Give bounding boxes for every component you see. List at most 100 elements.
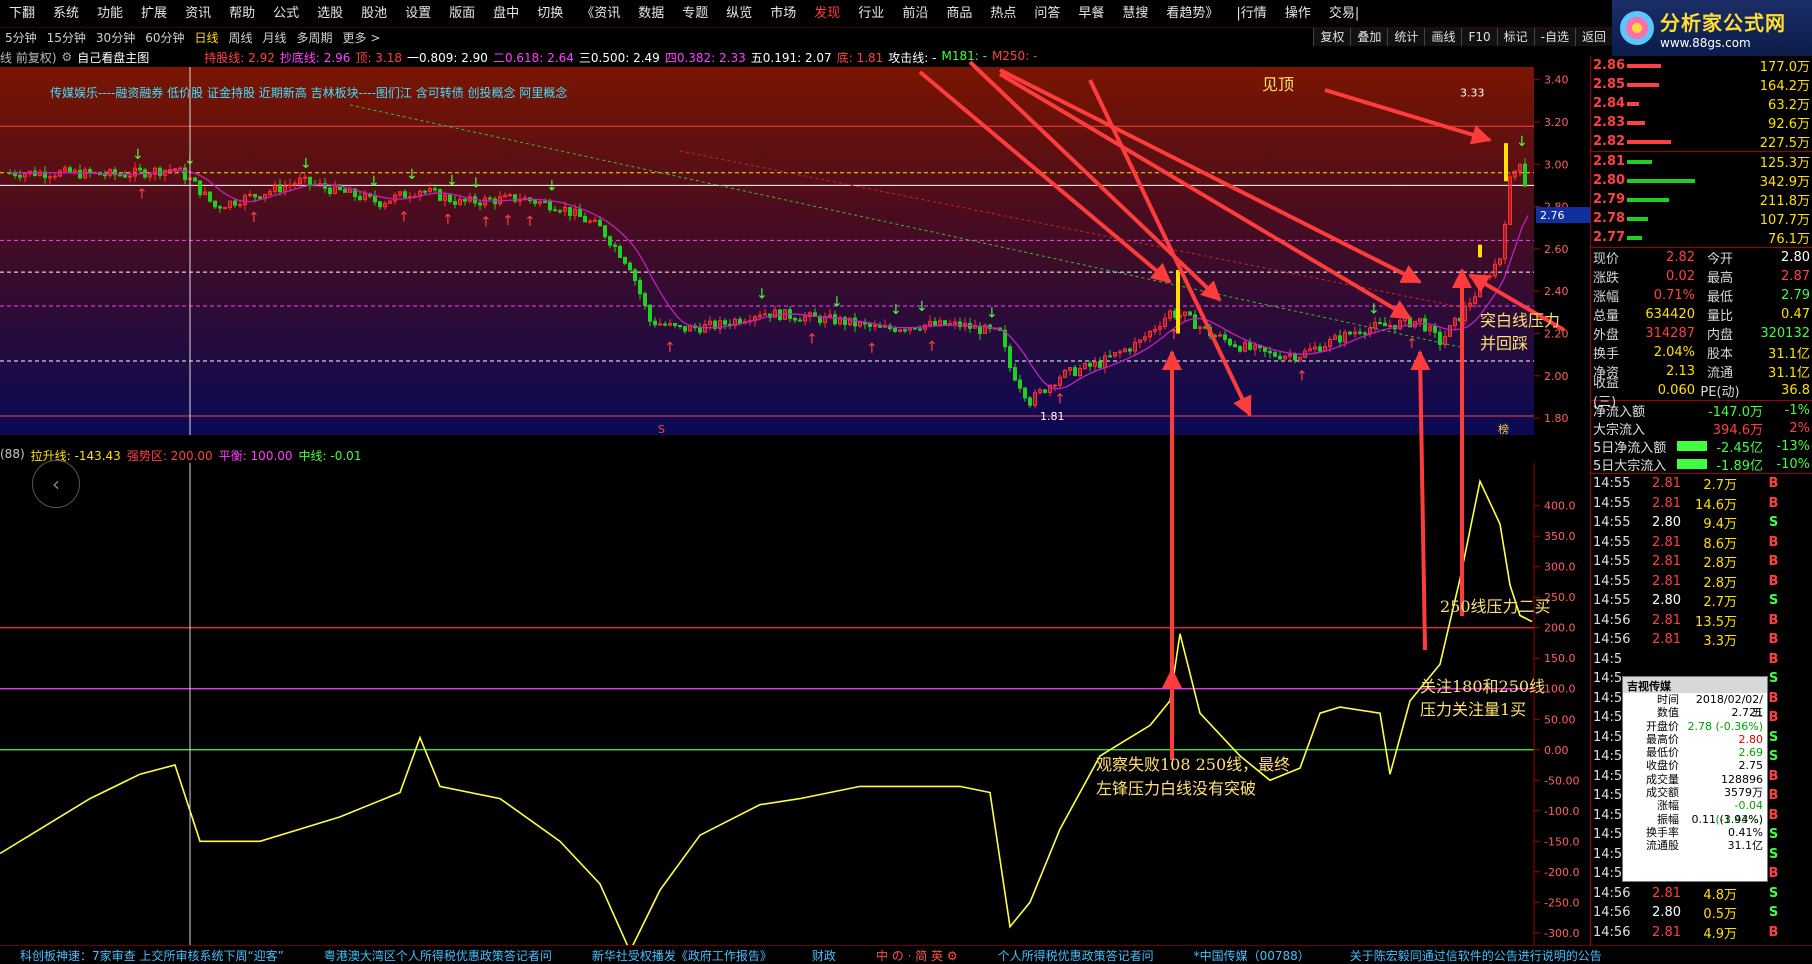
tick-volume: 8.6万 [1703, 536, 1737, 552]
stat-label: 最高 [1706, 271, 1733, 286]
tick-volume: 2.8万 [1703, 575, 1737, 591]
popup-label: 换手率 [1646, 825, 1679, 839]
level-volume: 92.6万 [1768, 117, 1810, 132]
level-bar-track [1627, 171, 1750, 190]
order-level[interactable]: 2.78 107.7万 [1591, 209, 1812, 228]
tick-side: B [1768, 495, 1779, 511]
news-item[interactable]: 粤港澳大湾区个人所得税优惠政策答记者问 [324, 947, 552, 964]
popup-value: 2.80 [1738, 732, 1764, 746]
tick-volume: 14.6万 [1695, 497, 1737, 513]
level-volume: 227.5万 [1759, 136, 1810, 151]
level-volume: 63.2万 [1768, 98, 1810, 113]
order-level[interactable]: 2.86 177.0万 [1591, 56, 1812, 75]
tick-row[interactable]: 14:5 B [1591, 650, 1812, 670]
popup-label: 最高价 [1646, 732, 1679, 746]
popup-row: 换手率 0.41% [1623, 826, 1767, 839]
tick-time: 14:56 [1593, 632, 1631, 648]
tick-row[interactable]: 14:56 2.81 13.5万 B [1591, 611, 1812, 631]
news-item[interactable]: 中 の · 简 英 ⚙ [876, 947, 958, 964]
tick-row[interactable]: 14:56 2.81 4.8万 S [1591, 884, 1812, 904]
tick-row[interactable]: 14:55 2.81 2.8万 B [1591, 552, 1812, 572]
stat-label: 外盘 [1593, 328, 1620, 343]
tick-side: B [1768, 554, 1779, 570]
tick-price: 2.81 [1652, 924, 1681, 940]
flow-bar [1677, 441, 1707, 451]
tick-row[interactable]: 14:55 2.81 2.8万 B [1591, 572, 1812, 592]
level-volume: 211.8万 [1759, 194, 1810, 209]
tick-volume: 13.5万 [1695, 614, 1737, 630]
order-level[interactable]: 2.85 164.2万 [1591, 75, 1812, 94]
level-volume-bar [1627, 120, 1646, 125]
news-item[interactable]: 新华社受权播发《政府工作报告》 [592, 947, 772, 964]
news-item[interactable]: 个人所得税优惠政策答记者问 [998, 947, 1154, 964]
level-price: 2.78 [1593, 211, 1626, 226]
level-volume: 164.2万 [1759, 79, 1810, 94]
stat-value: 31.1亿 [1768, 366, 1810, 381]
order-level[interactable]: 2.82 227.5万 [1591, 132, 1812, 151]
tick-time: 14:55 [1593, 593, 1631, 609]
news-item[interactable]: 关于陈宏毅同通过信软件的公告进行说明的公告 [1350, 947, 1602, 964]
annotation-break-white-2: 并回踩 [1480, 334, 1529, 353]
popup-row: 流通股 31.1亿 [1623, 839, 1767, 852]
tick-side: B [1768, 612, 1779, 628]
news-ticker[interactable]: 科创板神速：7家审查 上交所审核系统下周“迎客” 粤港澳大湾区个人所得税优惠政策答… [0, 945, 1812, 964]
tick-row[interactable]: 14:55 2.81 8.6万 B [1591, 533, 1812, 553]
annotation-watch-2: 压力关注量1买 [1420, 700, 1527, 719]
tick-price: 2.80 [1652, 905, 1681, 921]
tick-price: 2.80 [1652, 515, 1681, 531]
stat-label: 今开 [1706, 252, 1733, 267]
stat-value: 0.02 [1666, 269, 1695, 284]
order-level[interactable]: 2.83 92.6万 [1591, 113, 1812, 132]
stat-value: 2.13 [1666, 364, 1695, 379]
tick-row[interactable]: 14:56 2.80 0.5万 S [1591, 903, 1812, 923]
stat-value: 634420 [1645, 307, 1695, 322]
popup-row: 振幅 0.11 (3.94%) [1623, 813, 1767, 826]
popup-row: 成交额 3579万 [1623, 786, 1767, 799]
order-level[interactable]: 2.84 63.2万 [1591, 94, 1812, 113]
popup-label: 开盘价 [1646, 719, 1679, 733]
tick-time: 14:56 [1593, 924, 1631, 940]
tick-time: 14:55 [1593, 515, 1631, 531]
news-item[interactable]: *中国传媒（00788） [1194, 947, 1310, 964]
tick-row[interactable]: 14:56 2.81 3.3万 B [1591, 630, 1812, 650]
level-volume-bar [1627, 216, 1648, 221]
tick-row[interactable]: 14:55 2.81 2.7万 B [1591, 474, 1812, 494]
news-item[interactable]: 科创板神速：7家审查 上交所审核系统下周“迎客” [20, 947, 284, 964]
popup-value: 0.41% [1728, 825, 1763, 839]
order-level[interactable]: 2.79 211.8万 [1591, 190, 1812, 209]
tick-side: B [1768, 573, 1779, 589]
level-volume-bar [1627, 82, 1659, 87]
annotation-arrow [998, 72, 1412, 320]
flow-percent: -13% [1776, 438, 1810, 454]
logo: 分析家公式网 www.88gs.com [1612, 0, 1812, 56]
stat-label: 总量 [1593, 309, 1620, 324]
tick-time: 14:55 [1593, 573, 1631, 589]
tick-row[interactable]: 14:55 2.80 2.7万 S [1591, 591, 1812, 611]
level-volume-bar [1627, 235, 1642, 240]
popup-label: 涨幅 [1657, 799, 1679, 813]
tick-volume: 4.8万 [1703, 887, 1737, 903]
tick-row[interactable]: 14:55 2.81 14.6万 B [1591, 494, 1812, 514]
annotation-arrow [1410, 350, 1431, 651]
stat-row: 总量 634420 量比 0.47 [1591, 305, 1812, 324]
tick-row[interactable]: 14:56 2.81 4.9万 B [1591, 923, 1812, 943]
flow-percent: -1% [1784, 402, 1810, 418]
popup-row: 最低价 2.69 [1623, 746, 1767, 759]
flow-bar [1677, 423, 1707, 433]
tick-volume: 9.4万 [1703, 517, 1737, 533]
order-level[interactable]: 2.77 76.1万 [1591, 228, 1812, 247]
stat-label: 换手 [1593, 347, 1620, 362]
news-item[interactable]: 财政 [812, 947, 836, 964]
bar-info-popup[interactable]: 吉视传媒 时间 2018/02/02/五 数值 2.721 开盘价 2.78 (-0.36… [1622, 676, 1768, 882]
tick-time: 14:55 [1593, 495, 1631, 511]
flow-row: 大宗流入 394.6万 2% [1591, 419, 1812, 438]
level-bar-track [1627, 94, 1750, 113]
level-volume-bar [1627, 101, 1640, 106]
stat-row: 收益(三) 0.060 PE(动) 36.8 [1591, 376, 1812, 410]
tick-volume: 2.7万 [1703, 595, 1737, 611]
stat-row: 外盘 314287 内盘 320132 [1591, 324, 1812, 343]
level-price: 2.83 [1593, 115, 1626, 130]
tick-row[interactable]: 14:55 2.80 9.4万 S [1591, 513, 1812, 533]
order-level[interactable]: 2.81 125.3万 [1591, 152, 1812, 171]
order-level[interactable]: 2.80 342.9万 [1591, 171, 1812, 190]
